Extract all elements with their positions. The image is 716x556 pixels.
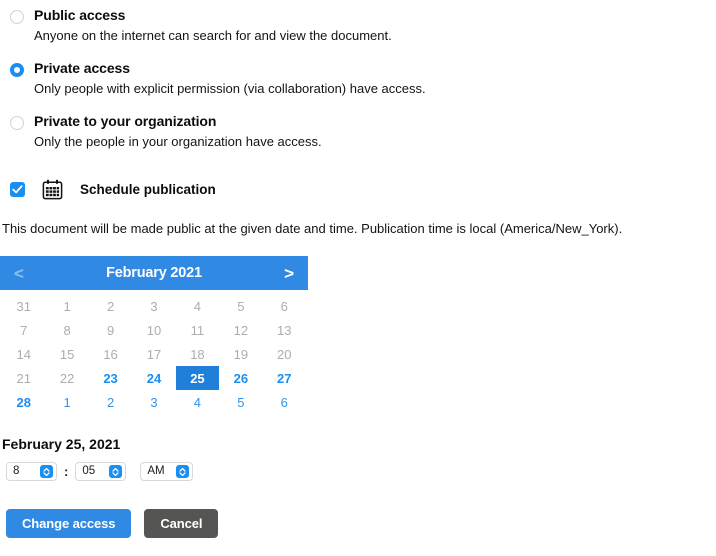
access-option-private[interactable]: Private access Only people with explicit… (0, 59, 716, 98)
meridiem-spinner-icon[interactable] (176, 465, 190, 478)
calendar-day-cell[interactable]: 1 (45, 390, 88, 414)
calendar-day-cell[interactable]: 6 (263, 294, 306, 318)
calendar-day-cell[interactable]: 5 (219, 390, 262, 414)
calendar-day-cell[interactable]: 24 (132, 366, 175, 390)
calendar-day-cell[interactable]: 1 (45, 294, 88, 318)
calendar-day-cell[interactable]: 3 (132, 294, 175, 318)
access-option-description: Only people with explicit permission (vi… (34, 81, 426, 96)
checkmark-icon (12, 185, 23, 194)
access-option-title: Private to your organization (34, 113, 217, 129)
access-option-description: Only the people in your organization hav… (34, 134, 322, 149)
schedule-publication-row[interactable]: Schedule publication (0, 179, 716, 200)
calendar-day-cell[interactable]: 12 (219, 318, 262, 342)
minute-stepper[interactable]: 05 (75, 462, 127, 481)
change-access-button[interactable]: Change access (6, 509, 132, 538)
calendar-day-cell[interactable]: 2 (89, 390, 132, 414)
calendar-day-cell[interactable]: 20 (263, 342, 306, 366)
calendar-day-cell[interactable]: 19 (219, 342, 262, 366)
calendar-next-month-button[interactable]: > (284, 265, 294, 282)
calendar-day-cell-selected[interactable]: 25 (175, 366, 220, 390)
calendar-day-cell[interactable]: 21 (2, 366, 45, 390)
access-option-title: Private access (34, 60, 130, 76)
access-option-title: Public access (34, 7, 126, 23)
time-separator: : (64, 464, 69, 479)
calendar-day-cell[interactable]: 16 (89, 342, 132, 366)
calendar-day-cell[interactable]: 27 (263, 366, 306, 390)
calendar-day-cell[interactable]: 7 (2, 318, 45, 342)
calendar-icon (42, 179, 63, 200)
cancel-button[interactable]: Cancel (144, 509, 219, 538)
schedule-publication-checkbox[interactable] (10, 182, 25, 197)
calendar-day-cell[interactable]: 10 (132, 318, 175, 342)
dialog-footer: Change access Cancel (6, 509, 219, 538)
calendar-day-cell[interactable]: 3 (132, 390, 175, 414)
hour-value: 8 (13, 464, 20, 477)
calendar-prev-month-button[interactable]: < (14, 265, 24, 282)
hour-stepper[interactable]: 8 (6, 462, 57, 481)
calendar-day-cell[interactable]: 4 (176, 390, 219, 414)
minute-spinner-icon[interactable] (109, 465, 123, 478)
calendar-day-cell[interactable]: 23 (89, 366, 132, 390)
access-option-public[interactable]: Public access Anyone on the internet can… (0, 6, 716, 45)
calendar-header: < February 2021 > (0, 256, 308, 290)
calendar-day-cell[interactable]: 4 (176, 294, 219, 318)
schedule-publication-label: Schedule publication (80, 182, 216, 197)
chevron-up-down-icon (179, 467, 186, 476)
time-picker-row: 8 : 05 AM (0, 462, 716, 481)
calendar-day-cell[interactable]: 14 (2, 342, 45, 366)
hour-spinner-icon[interactable] (40, 465, 53, 478)
calendar-day-cell[interactable]: 18 (176, 342, 219, 366)
calendar-day-cell[interactable]: 5 (219, 294, 262, 318)
calendar-month-year-title: February 2021 (106, 265, 202, 281)
calendar-day-cell[interactable]: 6 (263, 390, 306, 414)
calendar-day-cell[interactable]: 31 (2, 294, 45, 318)
calendar-day-cell[interactable]: 26 (219, 366, 262, 390)
chevron-up-down-icon (43, 467, 50, 476)
calendar-day-cell[interactable]: 11 (176, 318, 219, 342)
radio-private-access[interactable] (10, 63, 24, 77)
calendar-day-grid: 31 1 2 3 4 5 6 7 8 9 10 11 12 13 14 15 1… (0, 290, 308, 416)
calendar-day-cell[interactable]: 2 (89, 294, 132, 318)
minute-value: 05 (82, 464, 96, 477)
access-option-organization[interactable]: Private to your organization Only the pe… (0, 112, 716, 151)
meridiem-value: AM (147, 464, 165, 477)
schedule-publication-note: This document will be made public at the… (2, 221, 623, 236)
calendar-day-cell[interactable]: 15 (45, 342, 88, 366)
date-picker-calendar: < February 2021 > 31 1 2 3 4 5 6 7 8 9 1… (0, 256, 308, 416)
chevron-up-down-icon (112, 467, 119, 476)
selected-date-label: February 25, 2021 (2, 436, 121, 452)
access-options-group: Public access Anyone on the internet can… (0, 0, 716, 151)
radio-private-to-organization[interactable] (10, 116, 24, 130)
calendar-day-cell[interactable]: 17 (132, 342, 175, 366)
calendar-day-cell[interactable]: 9 (89, 318, 132, 342)
calendar-day-cell[interactable]: 22 (45, 366, 88, 390)
calendar-day-cell[interactable]: 28 (2, 390, 45, 414)
calendar-day-cell[interactable]: 13 (263, 318, 306, 342)
meridiem-stepper[interactable]: AM (140, 462, 194, 481)
access-option-description: Anyone on the internet can search for an… (34, 28, 392, 43)
calendar-day-cell[interactable]: 8 (45, 318, 88, 342)
radio-public-access[interactable] (10, 10, 24, 24)
